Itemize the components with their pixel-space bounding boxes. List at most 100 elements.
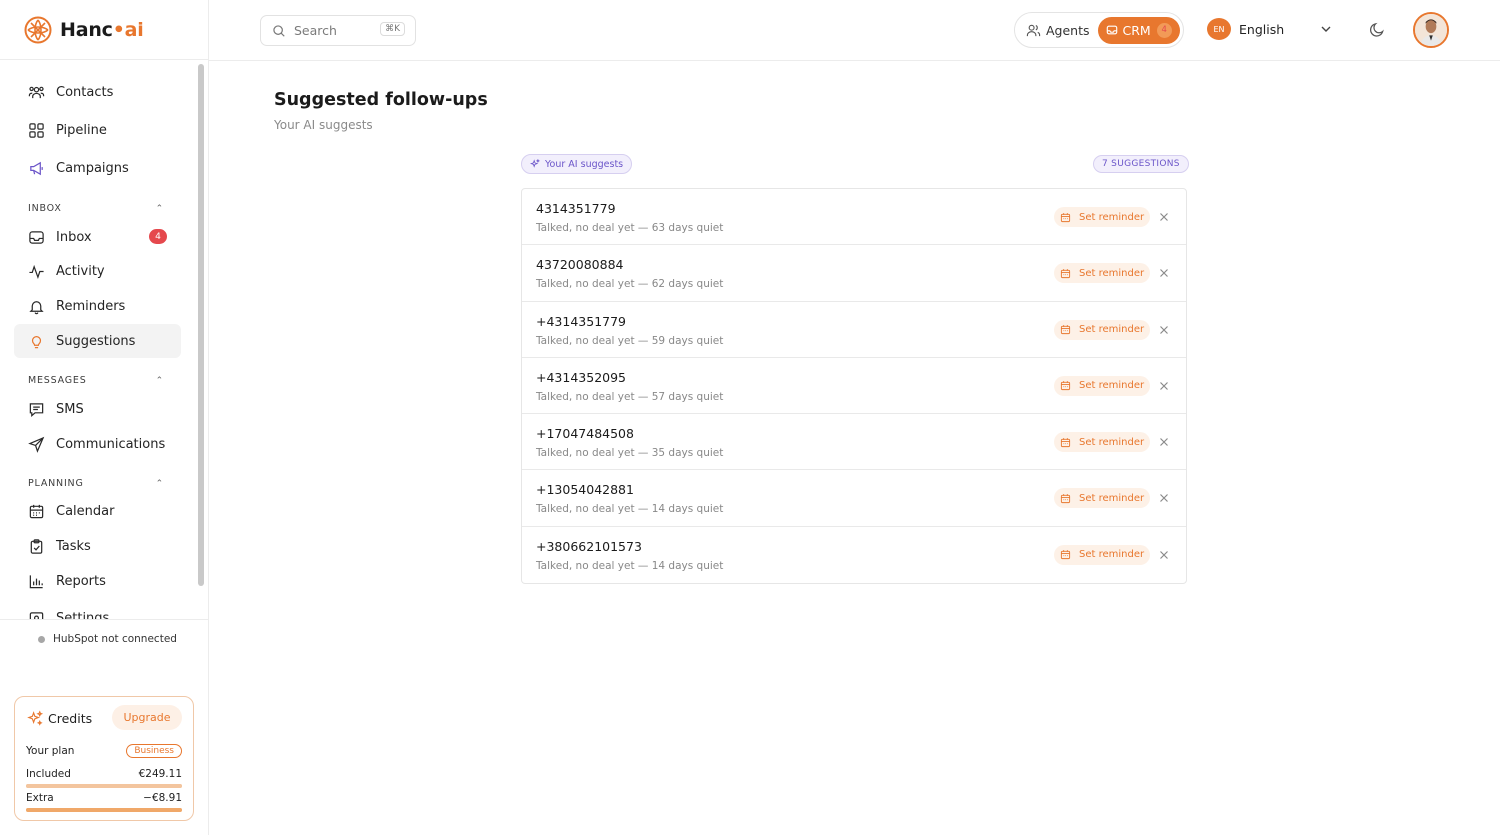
page-subtitle: Your AI suggests	[274, 118, 373, 132]
topbar: Search ⌘K Agents CRM 4 EN English	[209, 0, 1500, 61]
close-icon[interactable]	[1158, 211, 1170, 223]
moon-icon[interactable]	[1369, 21, 1386, 38]
agents-tab[interactable]: Agents	[1018, 16, 1098, 44]
contact-phone[interactable]: 4314351779	[536, 201, 616, 216]
set-reminder-label: Set reminder	[1079, 549, 1145, 561]
ai-suggests-pill: Your AI suggests	[521, 154, 633, 174]
suggestion-reason: Talked, no deal yet — 35 days quiet	[536, 447, 724, 460]
section-head-inbox[interactable]: INBOX ⌃	[28, 203, 168, 214]
suggestion-row[interactable]: +380662101573 Talked, no deal yet — 14 da…	[522, 527, 1186, 583]
calendar-icon	[1060, 268, 1071, 278]
crm-tab[interactable]: CRM 4	[1097, 16, 1180, 44]
close-icon[interactable]	[1158, 549, 1170, 561]
sidebar-item-tasks[interactable]: Tasks	[14, 529, 181, 563]
sidebar-item-label: Suggestions	[56, 333, 136, 349]
sidebar-item-label: Reports	[56, 573, 106, 589]
sidebar-item-contacts[interactable]: Contacts	[14, 75, 181, 109]
close-icon[interactable]	[1158, 380, 1170, 392]
calendar-icon	[1060, 550, 1071, 560]
brand[interactable]: Hanc•ai	[0, 0, 208, 60]
set-reminder-button[interactable]: Set reminder	[1054, 263, 1150, 284]
sidebar-item-activity[interactable]: Activity	[14, 254, 181, 288]
contact-phone[interactable]: +4314352095	[536, 370, 626, 385]
hubspot-status-text: HubSpot not connected	[53, 633, 177, 645]
sidebar-item-label: Contacts	[56, 84, 114, 100]
status-dot	[38, 635, 45, 643]
search-shortcut: ⌘K	[380, 22, 405, 36]
included-label: Included	[26, 768, 71, 780]
suggestion-row[interactable]: +4314352095 Talked, no deal yet — 57 days…	[522, 358, 1186, 415]
bar-chart-icon	[29, 574, 43, 588]
suggestion-reason: Talked, no deal yet — 63 days quiet	[536, 222, 724, 234]
set-reminder-label: Set reminder	[1079, 324, 1145, 336]
set-reminder-button[interactable]: Set reminder	[1054, 488, 1150, 509]
calendar-icon	[1060, 325, 1071, 335]
chevron-down-icon[interactable]	[1319, 22, 1333, 36]
sidebar-item-label: Communications	[56, 436, 166, 452]
contact-phone[interactable]: 43720080884	[536, 257, 623, 272]
sidebar-item-reminders[interactable]: Reminders	[14, 289, 181, 323]
suggestion-row[interactable]: 43720080884 Talked, no deal yet — 62 days…	[522, 245, 1186, 302]
sidebar-scrollbar[interactable]	[198, 64, 204, 586]
language-selector[interactable]: EN English	[1207, 18, 1284, 40]
clipboard-check-icon	[30, 538, 43, 554]
sidebar-item-reports[interactable]: Reports	[14, 564, 181, 598]
calendar-icon	[1060, 212, 1071, 222]
section-head-planning[interactable]: PLANNING ⌃	[28, 478, 168, 489]
sidebar-divider	[0, 619, 208, 620]
activity-icon	[29, 264, 44, 279]
suggestion-row[interactable]: 4314351779 Talked, no deal yet — 63 days …	[522, 189, 1186, 246]
set-reminder-label: Set reminder	[1079, 436, 1145, 448]
close-icon[interactable]	[1158, 267, 1170, 279]
plan-row: Your plan Business	[26, 744, 182, 758]
search-input[interactable]: Search ⌘K	[260, 15, 416, 46]
sidebar-item-calendar[interactable]: Calendar	[14, 494, 181, 528]
sidebar-item-inbox[interactable]: Inbox 4	[14, 220, 181, 254]
sidebar-item-communications[interactable]: Communications	[14, 427, 181, 461]
nav-list[interactable]: Contacts Pipeline Campaigns INBOX ⌃ Inbo…	[0, 61, 196, 619]
set-reminder-button[interactable]: Set reminder	[1054, 375, 1150, 396]
sidebar-item-settings[interactable]: Settings	[14, 601, 181, 619]
included-progress-bar	[26, 784, 182, 788]
chevron-up-icon: ⌃	[155, 478, 164, 489]
hubspot-status[interactable]: HubSpot not connected	[38, 633, 177, 645]
set-reminder-button[interactable]: Set reminder	[1054, 207, 1150, 227]
sidebar-item-sms[interactable]: SMS	[14, 392, 181, 426]
sidebar-item-label: Tasks	[56, 538, 91, 554]
crm-count-badge: 4	[1156, 22, 1172, 38]
contact-phone[interactable]: +13054042881	[536, 482, 634, 497]
contact-phone[interactable]: +4314351779	[536, 314, 626, 329]
page-title: Suggested follow-ups	[274, 90, 488, 110]
included-value: €249.11	[138, 768, 182, 780]
close-icon[interactable]	[1158, 324, 1170, 336]
inbox-count-badge: 4	[149, 229, 167, 244]
sidebar-item-label: Inbox	[56, 229, 92, 245]
suggestion-row[interactable]: +4314351779 Talked, no deal yet — 59 days…	[522, 302, 1186, 358]
sidebar-item-campaigns[interactable]: Campaigns	[14, 151, 181, 185]
set-reminder-button[interactable]: Set reminder	[1054, 432, 1150, 453]
sidebar-item-label: Campaigns	[56, 160, 129, 176]
avatar[interactable]	[1413, 12, 1449, 48]
upgrade-button[interactable]: Upgrade	[112, 705, 182, 730]
contact-phone[interactable]: +17047484508	[536, 426, 634, 441]
suggestion-row[interactable]: +17047484508 Talked, no deal yet — 35 day…	[522, 414, 1186, 471]
calendar-icon	[29, 504, 44, 518]
close-icon[interactable]	[1158, 436, 1170, 448]
close-icon[interactable]	[1158, 492, 1170, 504]
suggestion-row[interactable]: +13054042881 Talked, no deal yet — 14 day…	[522, 470, 1186, 527]
contact-phone[interactable]: +380662101573	[536, 539, 642, 554]
section-head-messages[interactable]: MESSAGES ⌃	[28, 375, 168, 386]
set-reminder-button[interactable]: Set reminder	[1054, 319, 1150, 340]
chevron-up-icon: ⌃	[155, 375, 164, 386]
set-reminder-button[interactable]: Set reminder	[1054, 544, 1150, 565]
extra-label: Extra	[26, 792, 54, 804]
extra-progress-fill	[26, 808, 182, 812]
mode-switch[interactable]: Agents CRM 4	[1014, 12, 1184, 48]
sidebar-item-pipeline[interactable]: Pipeline	[14, 113, 181, 147]
set-reminder-label: Set reminder	[1079, 492, 1145, 504]
set-reminder-label: Set reminder	[1079, 380, 1145, 392]
brand-name: Hanc•ai	[60, 18, 144, 41]
users-icon	[1026, 24, 1041, 36]
credits-label: Credits	[48, 711, 93, 726]
sidebar-item-suggestions[interactable]: Suggestions	[14, 324, 181, 358]
